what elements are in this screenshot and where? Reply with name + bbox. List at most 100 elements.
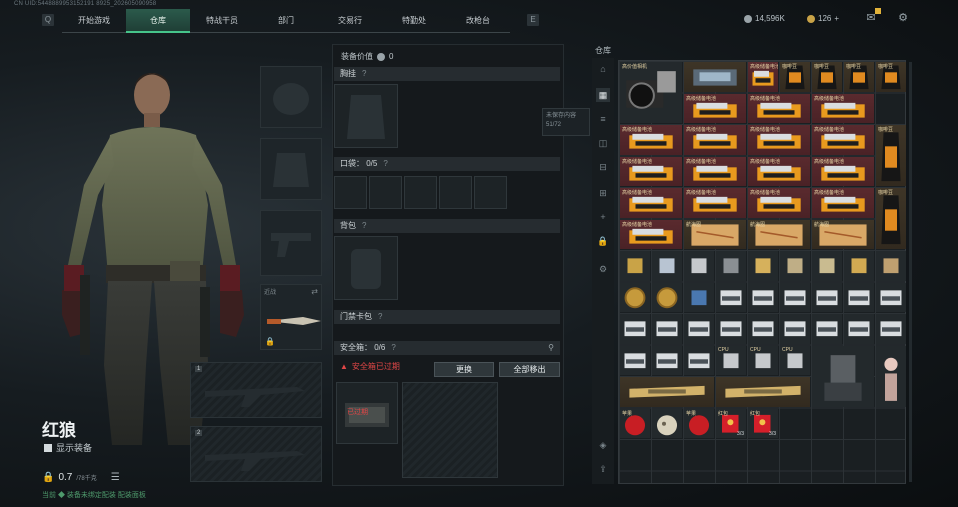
- show-equipment-toggle[interactable]: 显示装备: [44, 441, 92, 454]
- server-module-item[interactable]: [844, 314, 874, 344]
- chest-rig-slot[interactable]: [334, 84, 398, 148]
- storage-icon[interactable]: ▦: [596, 88, 610, 102]
- pocket-slot[interactable]: [369, 176, 402, 209]
- server-module-item[interactable]: [748, 282, 778, 312]
- mech-model-item[interactable]: [812, 345, 874, 407]
- server-module-item[interactable]: [780, 282, 810, 312]
- battery-item[interactable]: 高级储备电池: [748, 93, 810, 123]
- tool-item[interactable]: [684, 282, 714, 312]
- map-item[interactable]: 航海图: [748, 219, 810, 249]
- map-item[interactable]: 航海图: [684, 219, 746, 249]
- server-module-item[interactable]: [844, 282, 874, 312]
- pocket-slot[interactable]: [404, 176, 437, 209]
- battery-item[interactable]: 高级储备电池: [748, 188, 810, 218]
- all-items-icon[interactable]: ⌂: [596, 62, 610, 76]
- camera-item[interactable]: 高价值相机: [620, 62, 682, 123]
- upload-icon[interactable]: ⇪: [596, 462, 610, 476]
- battery-item[interactable]: 高级储备电池: [684, 156, 746, 186]
- battery-item[interactable]: 高级储备电池: [620, 156, 682, 186]
- gold-artifact-item[interactable]: [716, 377, 810, 407]
- prev-tab-key[interactable]: Q: [42, 14, 54, 26]
- next-tab-key[interactable]: E: [527, 14, 539, 26]
- misc-item[interactable]: [780, 251, 810, 281]
- server-module-item[interactable]: [780, 314, 810, 344]
- gear-category-icon[interactable]: ◫: [596, 136, 610, 150]
- consumables-icon[interactable]: ⊞: [596, 186, 610, 200]
- tab-6[interactable]: 改枪台: [446, 9, 510, 33]
- settings-gear-icon[interactable]: ⚙: [896, 12, 910, 24]
- pocket-slot[interactable]: [439, 176, 472, 209]
- misc-item[interactable]: [684, 251, 714, 281]
- server-module-item[interactable]: [876, 282, 906, 312]
- doll-item[interactable]: [876, 345, 906, 407]
- apple-item[interactable]: 苹果: [620, 408, 650, 438]
- misc-item[interactable]: [748, 251, 778, 281]
- list-icon[interactable]: ☰: [111, 472, 120, 483]
- weapons-icon[interactable]: ≡: [596, 112, 610, 126]
- cpu-item[interactable]: CPU: [748, 345, 778, 375]
- tab-0[interactable]: 开始游戏: [62, 9, 126, 33]
- coffee-item[interactable]: 咖啡豆: [844, 62, 874, 92]
- tab-4[interactable]: 交易行: [318, 9, 382, 33]
- server-module-item[interactable]: [620, 314, 650, 344]
- red-envelope-item[interactable]: 红包 3/3: [748, 408, 778, 438]
- add-tab-icon[interactable]: +: [596, 210, 610, 224]
- tab-2[interactable]: 特战干员: [190, 9, 254, 33]
- battery-item[interactable]: 高级储备电池: [684, 93, 746, 123]
- misc-item[interactable]: [620, 251, 650, 281]
- gold-artifact-item[interactable]: [620, 377, 714, 407]
- backpack-slot[interactable]: [334, 236, 398, 300]
- battery-item[interactable]: 高级储备电池: [620, 188, 682, 218]
- misc-item[interactable]: [652, 251, 682, 281]
- gold-coin-item[interactable]: [652, 282, 682, 312]
- battery-item[interactable]: 高级储备电池: [812, 188, 874, 218]
- pocket-help-icon[interactable]: ?: [383, 159, 387, 168]
- battery-item[interactable]: 高级储备电池: [748, 156, 810, 186]
- mail-icon[interactable]: ✉: [864, 8, 881, 24]
- server-module-item[interactable]: [876, 314, 906, 344]
- keycard-help-icon[interactable]: ?: [378, 312, 382, 321]
- pocket-slot[interactable]: [334, 176, 367, 209]
- server-module-item[interactable]: [812, 282, 842, 312]
- server-module-item[interactable]: [716, 282, 746, 312]
- apple-item[interactable]: 苹果: [684, 408, 714, 438]
- pocket-slot[interactable]: [474, 176, 507, 209]
- secondary-weapon-slot[interactable]: 2: [190, 426, 322, 482]
- battery-item[interactable]: 高级储备电池: [748, 125, 810, 155]
- safe-box-item[interactable]: 已过期: [336, 382, 398, 444]
- coffee-item[interactable]: 咖啡豆: [876, 125, 906, 186]
- tab-5[interactable]: 特勤处: [382, 9, 446, 33]
- safe-box-grid[interactable]: [402, 382, 498, 478]
- device-item[interactable]: [684, 62, 746, 92]
- ammo-icon[interactable]: ⊟: [596, 160, 610, 174]
- battery-item[interactable]: 高级储备电池: [812, 93, 874, 123]
- battery-item[interactable]: 高级储备电池: [620, 125, 682, 155]
- add-currency-button[interactable]: +: [834, 14, 839, 23]
- melee-slot[interactable]: 近战 ⇄ 🔒: [260, 284, 322, 350]
- tab-3[interactable]: 部门: [254, 9, 318, 33]
- pin-icon[interactable]: ⚲: [548, 341, 554, 355]
- settings-tab-icon[interactable]: ⚙: [596, 262, 610, 276]
- lock-tab-icon[interactable]: 🔒: [596, 234, 610, 248]
- tab-1[interactable]: 仓库: [126, 9, 190, 33]
- safe-help-icon[interactable]: ?: [391, 343, 395, 352]
- battery-item[interactable]: 高级储备电池: [684, 188, 746, 218]
- battery-item[interactable]: 高级储备电池: [684, 125, 746, 155]
- warehouse-scrollbar[interactable]: [909, 62, 912, 482]
- map-item[interactable]: 航海图: [812, 219, 874, 249]
- show-equipment-checkbox[interactable]: [44, 443, 52, 452]
- helmet-slot[interactable]: [260, 66, 322, 128]
- coffee-item[interactable]: 咖啡豆: [812, 62, 842, 92]
- server-module-item[interactable]: [684, 345, 714, 375]
- cpu-item[interactable]: CPU: [716, 345, 746, 375]
- misc-item[interactable]: [716, 251, 746, 281]
- coffee-item[interactable]: 咖啡豆: [876, 62, 906, 92]
- battery-item[interactable]: 高级储备电池: [748, 62, 778, 92]
- server-module-item[interactable]: [652, 345, 682, 375]
- replace-button[interactable]: 更换: [434, 362, 494, 377]
- red-envelope-item[interactable]: 红包 3/3: [716, 408, 746, 438]
- armor-slot[interactable]: [260, 138, 322, 200]
- server-module-item[interactable]: [748, 314, 778, 344]
- ball-item[interactable]: [652, 408, 682, 438]
- stack-icon[interactable]: ◈: [596, 438, 610, 452]
